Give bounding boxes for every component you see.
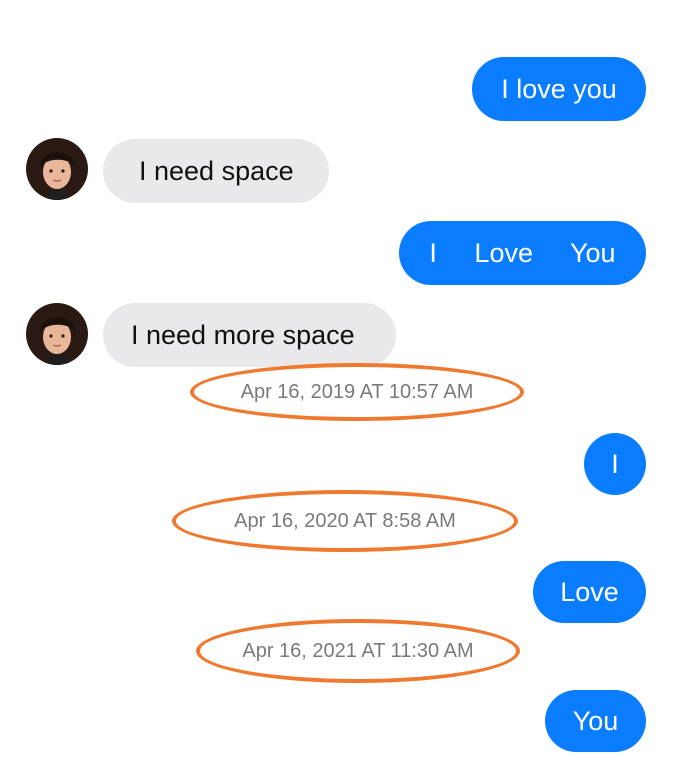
- sent-message-bubble[interactable]: Love: [533, 561, 646, 623]
- received-message-bubble[interactable]: I need more space: [103, 303, 396, 367]
- sent-message-bubble[interactable]: I love you: [472, 57, 646, 121]
- message-timestamp: Apr 16, 2020 AT 8:58 AM: [234, 509, 456, 532]
- sent-message-bubble[interactable]: I: [584, 433, 646, 495]
- contact-avatar[interactable]: [26, 138, 88, 200]
- sent-message-bubble[interactable]: You: [545, 690, 646, 752]
- received-message-bubble[interactable]: I need space: [103, 139, 329, 203]
- avatar-photo-icon: [26, 303, 88, 365]
- contact-avatar[interactable]: [26, 303, 88, 365]
- sent-message-bubble[interactable]: I Love You: [399, 221, 646, 285]
- avatar-photo-icon: [26, 138, 88, 200]
- message-timestamp: Apr 16, 2021 AT 11:30 AM: [242, 639, 474, 662]
- message-timestamp: Apr 16, 2019 AT 10:57 AM: [240, 380, 474, 403]
